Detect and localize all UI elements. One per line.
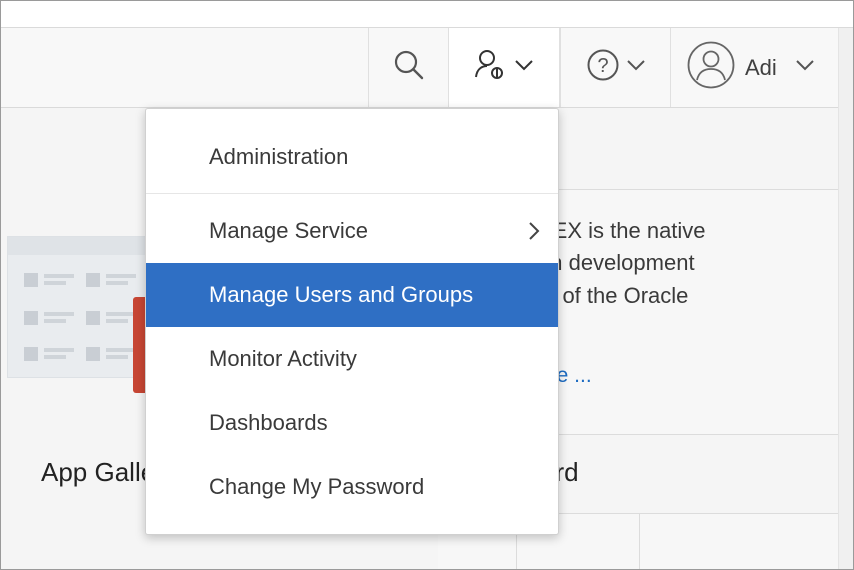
menu-item-label: Administration	[209, 144, 349, 169]
menu-item-label: Change My Password	[209, 474, 425, 499]
menu-item-monitor-activity[interactable]: Monitor Activity	[146, 327, 558, 391]
header-bar: ? Adi	[1, 28, 853, 108]
help-menu-button[interactable]: ?	[560, 28, 670, 107]
info-text-line: PEX is the native	[538, 218, 706, 243]
scrollbar-track[interactable]	[838, 28, 853, 569]
chevron-right-icon	[528, 221, 540, 247]
menu-item-dashboards[interactable]: Dashboards	[146, 391, 558, 455]
app-window: ? Adi App Galle PEX is the native on dev…	[0, 0, 854, 570]
avatar-icon	[687, 41, 735, 94]
info-text-line: on development	[538, 250, 695, 275]
search-button[interactable]	[368, 28, 448, 107]
user-name: Adi	[745, 54, 777, 80]
menu-item-change-my-password[interactable]: Change My Password	[146, 455, 558, 519]
chevron-down-icon	[514, 58, 534, 77]
user-wrench-icon	[474, 48, 508, 87]
info-text-line: rk of the Oracle	[538, 283, 689, 308]
search-icon	[393, 49, 425, 86]
administration-dropdown-menu: Administration Manage Service Manage Use…	[145, 108, 559, 535]
chevron-down-icon	[626, 58, 646, 77]
administration-menu-button[interactable]	[448, 28, 560, 107]
svg-text:?: ?	[597, 55, 608, 77]
menu-item-label: Dashboards	[209, 410, 328, 435]
menu-separator	[146, 193, 558, 194]
menu-item-label: Manage Users and Groups	[209, 282, 474, 307]
chevron-down-icon	[795, 58, 815, 77]
help-circle-icon: ?	[586, 48, 620, 87]
app-gallery-title[interactable]: App Galle	[41, 457, 155, 488]
menu-item-administration[interactable]: Administration	[146, 125, 558, 189]
user-menu-button[interactable]: Adi	[670, 28, 838, 107]
menu-item-manage-service[interactable]: Manage Service	[146, 199, 558, 263]
menu-item-label: Monitor Activity	[209, 346, 357, 371]
top-strip	[1, 1, 853, 28]
menu-item-manage-users-and-groups[interactable]: Manage Users and Groups	[146, 263, 558, 327]
menu-item-label: Manage Service	[209, 218, 368, 243]
